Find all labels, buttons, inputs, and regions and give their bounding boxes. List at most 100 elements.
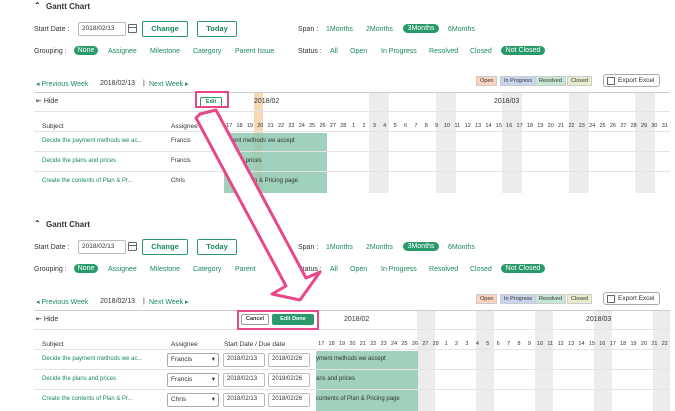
next-week-link[interactable]: Next Week ▸ <box>149 80 189 88</box>
today-button[interactable]: Today <box>197 21 237 37</box>
day-label: 10 <box>443 123 451 129</box>
day-label: 12 <box>557 341 564 347</box>
status-closed[interactable]: Closed <box>470 48 492 55</box>
col-subject: Subject <box>42 341 64 348</box>
change-button[interactable]: Change <box>142 21 188 37</box>
status-resolved[interactable]: Resolved <box>429 48 458 55</box>
grouping-assignee[interactable]: Assignee <box>108 48 137 55</box>
prev-week-link[interactable]: ◂ Previous Week <box>36 298 88 306</box>
day-label: 18 <box>526 123 534 129</box>
start-date-input[interactable]: 2018/02/13 <box>78 240 126 254</box>
grouping-category[interactable]: Category <box>193 266 221 273</box>
table-row[interactable]: Decide the payment methods we ac... Fran… <box>34 132 670 152</box>
table-row[interactable]: Create the contents of Plan & Pr... Chri… <box>34 390 670 410</box>
calendar-icon[interactable] <box>128 242 137 251</box>
start-date-field[interactable]: 2018/02/13 <box>223 353 265 367</box>
assignee-select[interactable]: Francis ▾ <box>167 353 219 367</box>
due-date-field[interactable]: 2018/02/26 <box>268 393 310 407</box>
status-closed[interactable]: Closed <box>470 266 492 273</box>
span-3months[interactable]: 3Months <box>403 242 439 251</box>
status-resolved[interactable]: Resolved <box>429 266 458 273</box>
status-not-closed[interactable]: Not Closed <box>501 264 545 273</box>
hide-toggle[interactable]: ⇤ Hide <box>36 97 58 105</box>
span-2months[interactable]: 2Months <box>366 244 393 251</box>
subject-link[interactable]: Create the contents of Plan & Pr... <box>42 396 133 402</box>
change-button[interactable]: Change <box>142 239 188 255</box>
status-all[interactable]: All <box>330 48 338 55</box>
day-label: 8 <box>517 341 521 347</box>
prev-week-link[interactable]: ◂ Previous Week <box>36 80 88 88</box>
day-label: 6 <box>403 123 408 129</box>
status-not-closed[interactable]: Not Closed <box>501 46 545 55</box>
chevron-down-icon: ▾ <box>211 376 215 383</box>
start-date-label: Start Date : <box>34 26 70 33</box>
export-excel-button[interactable]: Export Excel <box>603 74 660 87</box>
table-row[interactable]: Create the contents of Plan & Pr... Chri… <box>34 172 670 192</box>
day-label: 23 <box>578 123 585 129</box>
calendar-icon[interactable] <box>128 24 137 33</box>
table-row[interactable]: Decide the plans and prices Francis ▾ 201… <box>34 370 670 390</box>
day-label: 5 <box>393 123 397 129</box>
span-2months[interactable]: 2Months <box>366 26 393 33</box>
grouping-parent[interactable]: Parent <box>235 266 256 273</box>
grouping-none[interactable]: None <box>74 264 98 273</box>
day-label: 16 <box>506 123 513 129</box>
day-label: 10 <box>536 341 543 347</box>
day-label: 16 <box>599 341 606 347</box>
due-date-field[interactable]: 2018/02/26 <box>268 373 310 387</box>
start-date-label: Start Date : <box>34 244 70 251</box>
table-row[interactable]: Decide the payment methods we ac... Fran… <box>34 350 670 370</box>
start-date-field[interactable]: 2018/02/13 <box>223 373 265 387</box>
day-label: 3 <box>372 123 376 129</box>
day-label: 4 <box>383 123 387 129</box>
status-open[interactable]: Open <box>350 48 367 55</box>
status-open[interactable]: Open <box>350 266 367 273</box>
subject-link[interactable]: Decide the payment methods we ac... <box>42 138 142 144</box>
hide-label: Hide <box>43 316 59 323</box>
day-label: 26 <box>411 341 418 347</box>
day-label: 18 <box>236 123 243 129</box>
span-label: Span : <box>298 244 319 251</box>
status-all[interactable]: All <box>330 266 338 273</box>
grouping-assignee[interactable]: Assignee <box>108 266 137 273</box>
assignee-select[interactable]: Francis ▾ <box>167 373 219 387</box>
table-row[interactable]: Decide the plans and prices Francis and … <box>34 152 670 172</box>
span-6months[interactable]: 6Months <box>448 26 475 33</box>
day-label: 7 <box>507 341 511 347</box>
subject-link[interactable]: Create the contents of Plan & Pr... <box>42 178 133 184</box>
subject-link[interactable]: Decide the plans and prices <box>42 376 116 382</box>
grouping-milestone[interactable]: Milestone <box>150 266 180 273</box>
subject-link[interactable]: Decide the plans and prices <box>42 158 116 164</box>
hide-toggle[interactable]: ⇤ Hide <box>36 315 58 323</box>
next-week-link[interactable]: Next Week ▸ <box>149 298 189 306</box>
status-in-progress[interactable]: In Progress <box>381 48 417 55</box>
day-label: 19 <box>630 341 637 347</box>
grouping-parent-issue[interactable]: Parent Issue <box>235 48 274 55</box>
grouping-category[interactable]: Category <box>193 48 221 55</box>
assignee-select[interactable]: Chris ▾ <box>167 393 219 407</box>
span-1months[interactable]: 1Months <box>326 26 353 33</box>
collapse-chevron-icon[interactable]: ⌃ <box>34 1 41 10</box>
span-1months[interactable]: 1Months <box>326 244 353 251</box>
grouping-none[interactable]: None <box>74 46 98 55</box>
grouping-milestone[interactable]: Milestone <box>150 48 180 55</box>
span-label: Span : <box>298 26 319 33</box>
day-label: 24 <box>589 123 596 129</box>
day-label: 30 <box>651 123 658 129</box>
today-button[interactable]: Today <box>197 239 237 255</box>
subject-link[interactable]: Decide the payment methods we ac... <box>42 356 142 362</box>
legend-in-progress: In Progress <box>500 294 537 304</box>
day-label: 22 <box>277 123 285 129</box>
span-3months[interactable]: 3Months <box>403 24 439 33</box>
due-date-field[interactable]: 2018/02/26 <box>268 353 310 367</box>
day-label: 11 <box>454 123 461 129</box>
start-date-field[interactable]: 2018/02/13 <box>223 393 265 407</box>
start-date-input[interactable]: 2018/02/13 <box>78 22 126 36</box>
assignee-value: Francis <box>171 356 193 363</box>
status-in-progress[interactable]: In Progress <box>381 266 417 273</box>
export-excel-button[interactable]: Export Excel <box>603 292 660 305</box>
collapse-chevron-icon[interactable]: ⌃ <box>34 219 41 228</box>
span-6months[interactable]: 6Months <box>448 244 475 251</box>
day-label: 26 <box>319 123 326 129</box>
day-label: 18 <box>328 341 335 347</box>
